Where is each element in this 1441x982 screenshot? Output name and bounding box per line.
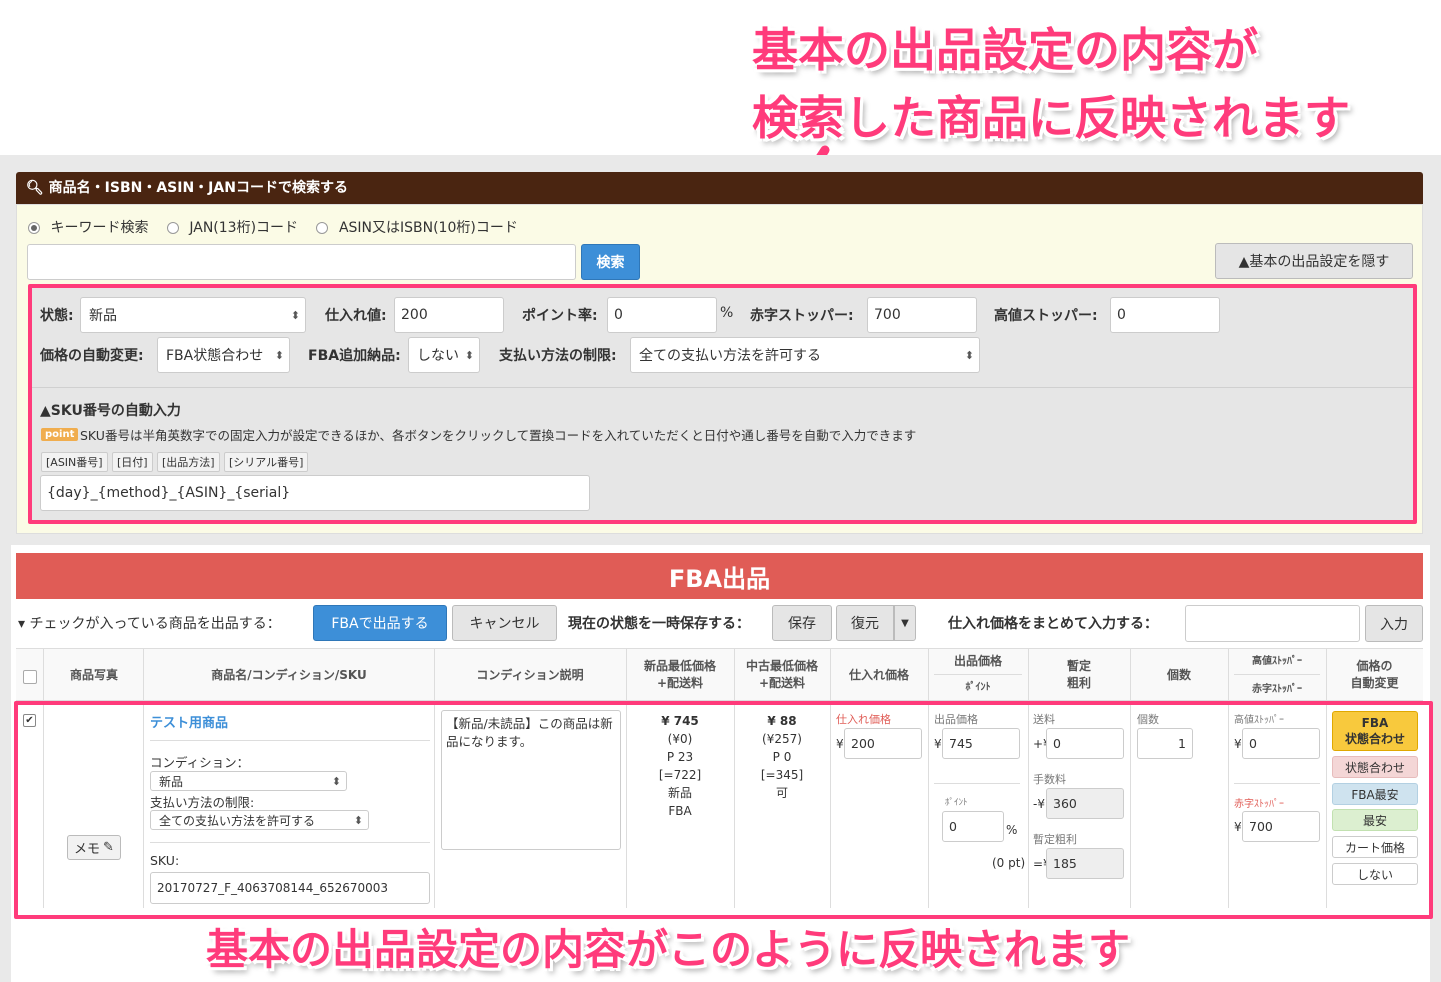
radio-asin-label: ASIN又はISBN(10桁)コード	[338, 220, 518, 236]
search-icon: 🔍︎	[26, 180, 44, 196]
restore-dropdown-caret-icon[interactable]: ▼	[894, 605, 916, 641]
th-auto-1: 価格の	[1356, 659, 1393, 673]
th-qty: 個数	[1166, 668, 1191, 682]
th-photo: 商品写真	[69, 668, 118, 682]
radio-keyword-label: キーワード検索	[50, 220, 149, 236]
th-used-low-2: +配送料	[758, 676, 806, 690]
radio-jan-label: JAN(13桁)コード	[189, 220, 299, 236]
bulk-input-button[interactable]: 入力	[1365, 605, 1423, 642]
th-cond-desc: コンディション説明	[476, 668, 584, 682]
annotation-top-line2: 検索した商品に反映されます	[752, 91, 1350, 145]
th-profit-2: 粗利	[1066, 676, 1091, 690]
th-name: 商品名/コンディション/SKU	[211, 668, 367, 682]
restore-button[interactable]: 復元	[836, 605, 894, 641]
bulk-cost-input[interactable]	[1185, 605, 1360, 642]
th-price-2: ﾎﾟｲﾝﾄ	[934, 674, 1022, 696]
th-auto: 価格の 自動変更	[1326, 658, 1423, 692]
search-button[interactable]: 検索	[581, 244, 640, 280]
th-auto-2: 自動変更	[1350, 676, 1399, 690]
th-cost: 仕入れ価格	[848, 668, 909, 682]
radio-jan[interactable]	[166, 222, 179, 234]
save-button[interactable]: 保存	[772, 605, 832, 641]
th-red: 赤字ｽﾄｯﾊﾟｰ	[1234, 674, 1320, 698]
select-all-checkbox[interactable]	[23, 670, 37, 684]
th-profit-1: 暫定	[1066, 659, 1091, 673]
bulk-cost-label: 仕入れ価格をまとめて入力する：	[948, 616, 1158, 632]
fba-list-button[interactable]: FBAで出品する	[313, 605, 447, 641]
hide-settings-button[interactable]: ▲基本の出品設定を隠す	[1215, 243, 1413, 279]
cancel-button[interactable]: キャンセル	[452, 605, 557, 641]
th-used-low-1: 中古最低価格	[745, 659, 818, 673]
th-used-low: 中古最低価格 +配送料	[734, 658, 830, 692]
settings-highlight-box	[28, 284, 1417, 524]
th-profit: 暫定 粗利	[1028, 658, 1130, 692]
th-stoppers: 高値ｽﾄｯﾊﾟｰ 赤字ｽﾄｯﾊﾟｰ	[1228, 653, 1326, 698]
search-type-radios: キーワード検索 JAN(13桁)コード ASIN又はISBN(10桁)コード	[28, 217, 518, 237]
save-state-label: 現在の状態を一時保存する：	[568, 616, 750, 632]
radio-asin[interactable]	[316, 222, 329, 234]
th-new-low-2: +配送料	[656, 676, 704, 690]
radio-keyword[interactable]	[28, 222, 40, 234]
th-new-low-1: 新品最低価格	[643, 659, 716, 673]
search-input[interactable]	[27, 244, 576, 280]
annotation-bottom: 基本の出品設定の内容がこのように反映されます	[206, 925, 1131, 974]
fba-toolbar-label: ▾ チェックが入っている商品を出品する：	[18, 616, 281, 632]
row-highlight-box	[14, 701, 1433, 919]
th-high: 高値ｽﾄｯﾊﾟｰ	[1252, 656, 1302, 667]
search-header-text: 商品名・ISBN・ASIN・JANコードで検索する	[48, 180, 348, 196]
th-new-low: 新品最低価格 +配送料	[626, 658, 734, 692]
search-panel-header: 🔍︎ 商品名・ISBN・ASIN・JANコードで検索する	[16, 172, 1423, 204]
th-price: 出品価格 ﾎﾟｲﾝﾄ	[928, 653, 1028, 696]
fba-title: FBA出品	[16, 553, 1423, 599]
annotation-top-line1: 基本の出品設定の内容が	[752, 23, 1258, 77]
th-price-1: 出品価格	[953, 654, 1002, 668]
